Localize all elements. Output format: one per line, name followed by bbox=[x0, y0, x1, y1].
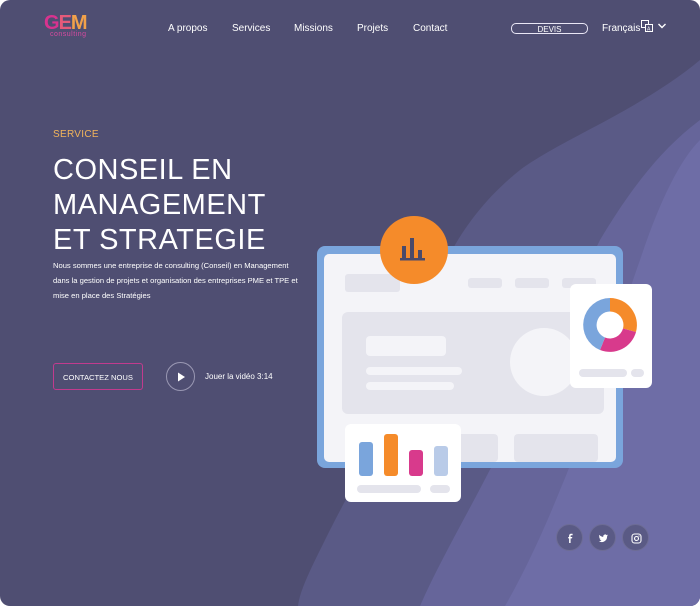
nav-item-a-propos[interactable]: A propos bbox=[168, 23, 207, 34]
brand-logo[interactable]: GEM consulting bbox=[44, 12, 100, 44]
twitter-button[interactable] bbox=[589, 524, 616, 551]
play-icon bbox=[178, 372, 185, 382]
title-line: CONSEIL EN bbox=[53, 154, 233, 186]
nav-item-contact[interactable]: Contact bbox=[413, 23, 447, 34]
hero-description: Nous sommes une entreprise de consulting… bbox=[53, 261, 298, 300]
video-label[interactable]: Jouer la vidéo 3:14 bbox=[205, 372, 273, 381]
svg-text:A: A bbox=[647, 27, 651, 33]
page: GEM consulting A propos Services Mission… bbox=[0, 0, 700, 606]
translate-icon[interactable]: A bbox=[641, 20, 653, 32]
instagram-icon bbox=[631, 533, 642, 544]
language-selector[interactable]: Français bbox=[602, 23, 640, 34]
facebook-button[interactable] bbox=[556, 524, 583, 551]
dashboard-illustration bbox=[317, 216, 652, 502]
title-line: ET STRATEGIE bbox=[53, 224, 266, 256]
section-eyebrow: SERVICE bbox=[53, 129, 99, 140]
play-video-button[interactable] bbox=[166, 362, 195, 391]
instagram-button[interactable] bbox=[622, 524, 649, 551]
nav-item-projets[interactable]: Projets bbox=[357, 23, 388, 34]
logo-subtitle: consulting bbox=[50, 31, 87, 38]
chevron-down-icon[interactable] bbox=[657, 22, 667, 30]
nav-item-services[interactable]: Services bbox=[232, 23, 270, 34]
contact-button[interactable]: CONTACTEZ NOUS bbox=[53, 363, 143, 390]
nav-item-missions[interactable]: Missions bbox=[294, 23, 333, 34]
twitter-icon bbox=[598, 534, 608, 543]
facebook-icon bbox=[568, 533, 573, 543]
devis-button[interactable]: DEVIS bbox=[511, 23, 588, 34]
title-line: MANAGEMENT bbox=[53, 189, 266, 221]
page-title: CONSEIL EN MANAGEMENT ET STRATEGIE bbox=[53, 153, 313, 258]
